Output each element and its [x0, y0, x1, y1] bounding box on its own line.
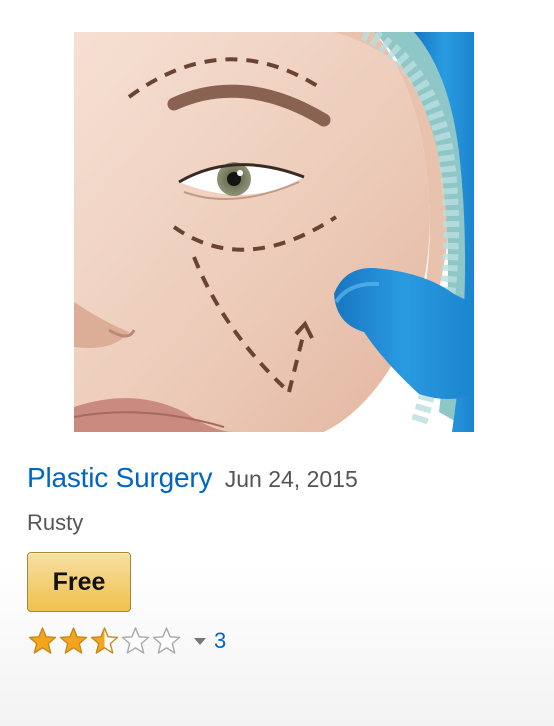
review-count-link[interactable]: 3: [214, 626, 226, 656]
title-row: Plastic Surgery Jun 24, 2015: [27, 460, 358, 501]
caret-down-icon[interactable]: [194, 637, 206, 645]
star-icon: [59, 627, 88, 654]
star-icon: [121, 627, 150, 654]
star-icon: [90, 627, 119, 654]
free-price-button[interactable]: Free: [27, 552, 131, 612]
product-title-link[interactable]: Plastic Surgery: [27, 462, 212, 493]
star-rating[interactable]: [27, 626, 182, 656]
author-name: Rusty: [27, 510, 84, 535]
star-icon: [28, 627, 57, 654]
rating-row: 3: [27, 625, 226, 657]
release-date: Jun 24, 2015: [224, 466, 358, 492]
product-image[interactable]: [74, 32, 474, 432]
star-icon: [152, 627, 181, 654]
